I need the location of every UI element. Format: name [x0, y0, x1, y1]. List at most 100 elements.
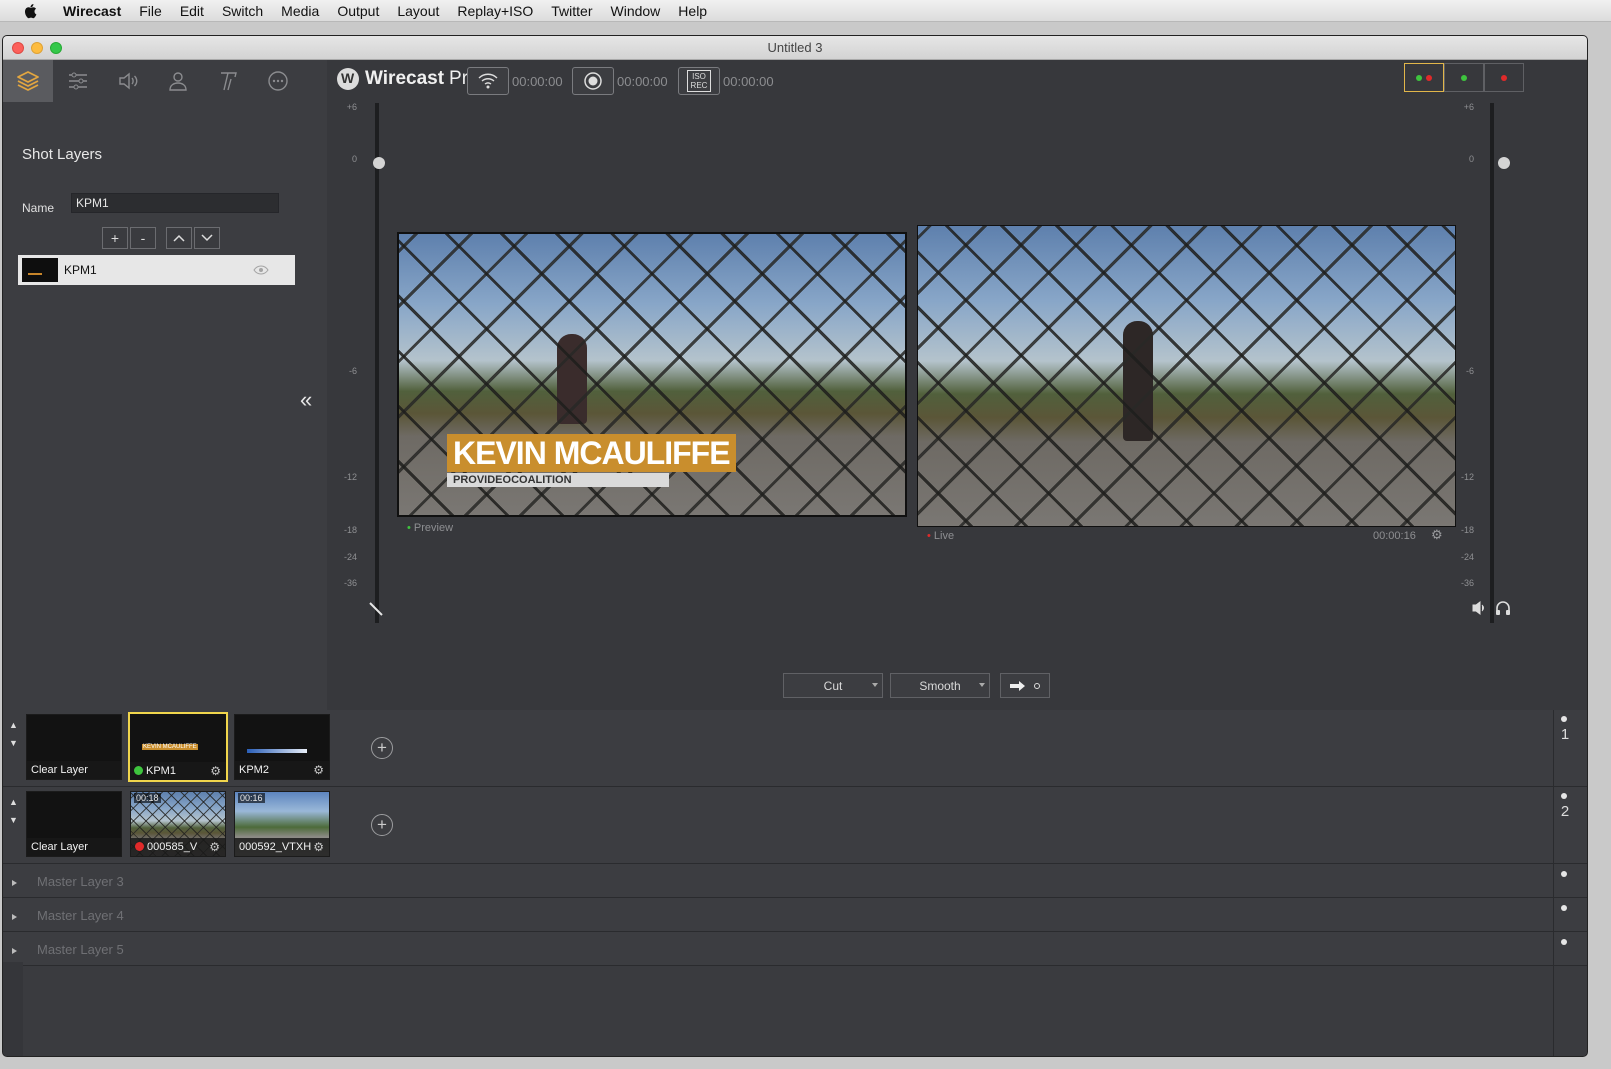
- tab-shot-layers[interactable]: [3, 60, 53, 102]
- live-monitor[interactable]: [917, 225, 1456, 527]
- layer-visibility-dot-icon[interactable]: [1561, 716, 1567, 722]
- menu-app-name[interactable]: Wirecast: [63, 3, 121, 19]
- dropdown-arrow-icon: [872, 683, 878, 687]
- menu-help[interactable]: Help: [678, 3, 707, 19]
- mute-slash-icon[interactable]: [368, 601, 384, 617]
- scale-label: -24: [1460, 552, 1474, 562]
- apple-icon[interactable]: [20, 3, 40, 19]
- record-button[interactable]: [572, 67, 614, 95]
- expand-triangle-icon[interactable]: [12, 880, 17, 886]
- shot-settings-gear-icon[interactable]: ⚙: [209, 840, 220, 854]
- expand-triangle-icon[interactable]: [12, 914, 17, 920]
- name-label: Name: [22, 201, 55, 215]
- main-window: Untitled 3 Shot Layers Name KPM1 + - KPM…: [2, 35, 1588, 1057]
- record-icon: [584, 72, 602, 90]
- shot-clear-layer[interactable]: Clear Layer: [26, 714, 122, 780]
- menu-twitter[interactable]: Twitter: [551, 3, 592, 19]
- layer-visibility-dot-icon[interactable]: [1561, 905, 1567, 911]
- menu-switch[interactable]: Switch: [222, 3, 263, 19]
- sidebar-title: Shot Layers: [22, 146, 103, 163]
- iso-record-button[interactable]: ISO REC: [678, 67, 720, 95]
- collapse-sidebar-button[interactable]: «: [300, 387, 312, 413]
- preview-monitor[interactable]: KEVIN MCAULIFFE PROVIDEOCOALITION: [397, 232, 907, 517]
- green-dot-icon: [1416, 74, 1422, 81]
- status-indicators: [1404, 63, 1524, 94]
- menu-edit[interactable]: Edit: [180, 3, 204, 19]
- add-shot-button[interactable]: +: [371, 737, 393, 759]
- shot-thumbnail-bar: [247, 749, 307, 753]
- tab-titles[interactable]: [203, 60, 253, 102]
- layers-icon: [17, 71, 39, 91]
- master-layer-label: Master Layer 4: [37, 908, 124, 923]
- move-layer-up-button[interactable]: [166, 227, 192, 249]
- shot-settings-gear-icon[interactable]: ⚙: [313, 763, 324, 777]
- live-volume-knob[interactable]: [1498, 157, 1510, 169]
- status-stream[interactable]: [1444, 63, 1484, 92]
- headphones-icon[interactable]: [1495, 600, 1511, 616]
- audio-icon: [119, 72, 138, 90]
- layer-name-field[interactable]: [71, 193, 279, 213]
- remove-layer-button[interactable]: -: [130, 227, 156, 249]
- master-layer-row-1: ▲ ▼ Clear Layer KEVIN MCAULIFFE KPM1 ⚙ KP…: [3, 710, 1587, 787]
- master-layer-row-3[interactable]: Master Layer 3: [3, 864, 1587, 898]
- stream-button[interactable]: [467, 67, 509, 95]
- master-layer-label: Master Layer 5: [37, 942, 124, 957]
- red-dot-icon: [1501, 74, 1507, 81]
- shot-kpm2[interactable]: KPM2 ⚙: [234, 714, 330, 780]
- shot-clear-layer[interactable]: Clear Layer: [26, 791, 122, 857]
- minimize-window-button[interactable]: [31, 42, 43, 54]
- layer-visibility-dot-icon[interactable]: [1561, 793, 1567, 799]
- menu-window[interactable]: Window: [611, 3, 661, 19]
- layer-thumbnail: [22, 258, 58, 282]
- live-settings-gear-icon[interactable]: ⚙: [1431, 527, 1443, 543]
- add-shot-button[interactable]: +: [371, 814, 393, 836]
- status-record[interactable]: [1484, 63, 1524, 92]
- go-transition-button[interactable]: [1000, 673, 1050, 698]
- menu-layout[interactable]: Layout: [397, 3, 439, 19]
- zoom-window-button[interactable]: [50, 42, 62, 54]
- menu-output[interactable]: Output: [337, 3, 379, 19]
- shot-000585[interactable]: 00:18 000585_V ⚙: [130, 791, 226, 857]
- shot-label-text: 000585_V: [147, 841, 198, 853]
- red-dot-icon: [1426, 74, 1432, 81]
- layer-visibility-dot-icon[interactable]: [1561, 939, 1567, 945]
- transition-smooth-label: Smooth: [919, 678, 961, 693]
- close-window-button[interactable]: [12, 42, 24, 54]
- tab-people[interactable]: [153, 60, 203, 102]
- menu-file[interactable]: File: [139, 3, 162, 19]
- more-icon: [268, 71, 288, 91]
- menu-replay-iso[interactable]: Replay+ISO: [457, 3, 533, 19]
- preview-label-text: Preview: [413, 522, 454, 534]
- preview-volume-knob[interactable]: [373, 157, 385, 169]
- stream-time: 00:00:00: [512, 74, 563, 89]
- visibility-eye-icon[interactable]: [253, 263, 269, 278]
- status-stream-record[interactable]: [1404, 63, 1444, 92]
- tab-shot-properties[interactable]: [53, 60, 103, 102]
- layer-number: 1: [1560, 726, 1570, 743]
- shot-settings-gear-icon[interactable]: ⚙: [210, 764, 221, 778]
- window-title: Untitled 3: [767, 40, 823, 55]
- expand-triangle-icon[interactable]: [12, 948, 17, 954]
- scale-label: -12: [343, 472, 357, 482]
- tab-audio[interactable]: [103, 60, 153, 102]
- shot-layer-item[interactable]: KPM1: [18, 255, 295, 285]
- layer-reorder-arrows[interactable]: ▲ ▼: [9, 793, 18, 829]
- add-layer-button[interactable]: +: [102, 227, 128, 249]
- transition-cut-dropdown[interactable]: Cut: [783, 673, 883, 698]
- transition-cut-label: Cut: [823, 678, 843, 693]
- shot-settings-gear-icon[interactable]: ⚙: [313, 840, 324, 854]
- menu-media[interactable]: Media: [281, 3, 319, 19]
- transition-smooth-dropdown[interactable]: Smooth: [890, 673, 990, 698]
- layer-reorder-arrows[interactable]: ▲ ▼: [9, 716, 18, 752]
- master-layer-row-5[interactable]: Master Layer 5: [3, 932, 1587, 966]
- tab-more[interactable]: [253, 60, 303, 102]
- shot-kpm1[interactable]: KEVIN MCAULIFFE KPM1 ⚙: [128, 712, 228, 782]
- wirecast-logo-icon: [337, 68, 359, 90]
- broadcast-wifi-icon: [478, 73, 498, 89]
- shot-000592[interactable]: 00:16 000592_VTXH ⚙: [234, 791, 330, 857]
- move-layer-down-button[interactable]: [194, 227, 220, 249]
- preview-status-dot-icon: [134, 766, 143, 775]
- speaker-icon[interactable]: [1471, 600, 1489, 616]
- master-layer-row-4[interactable]: Master Layer 4: [3, 898, 1587, 932]
- layer-visibility-dot-icon[interactable]: [1561, 871, 1567, 877]
